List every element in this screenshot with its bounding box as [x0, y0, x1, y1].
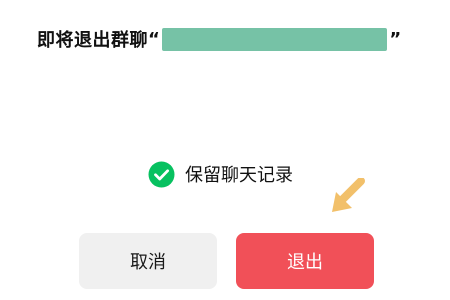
redacted-group-name: [162, 27, 388, 51]
close-quote: ”: [389, 28, 402, 50]
open-quote: “: [148, 28, 161, 50]
arrow-pointer-icon: [326, 177, 372, 220]
keep-history-option[interactable]: 保留聊天记录: [148, 160, 293, 188]
cancel-button[interactable]: 取消: [79, 233, 217, 289]
keep-history-label: 保留聊天记录: [185, 165, 293, 186]
dialog-title-text: 即将退出群聊: [37, 30, 148, 51]
exit-group-dialog: 即将退出群聊 “ ” 保留聊天记录 取消 退出: [0, 0, 450, 300]
check-circle-icon[interactable]: [148, 161, 175, 188]
dialog-title: 即将退出群聊 “ ”: [37, 24, 402, 54]
exit-button[interactable]: 退出: [236, 233, 374, 289]
